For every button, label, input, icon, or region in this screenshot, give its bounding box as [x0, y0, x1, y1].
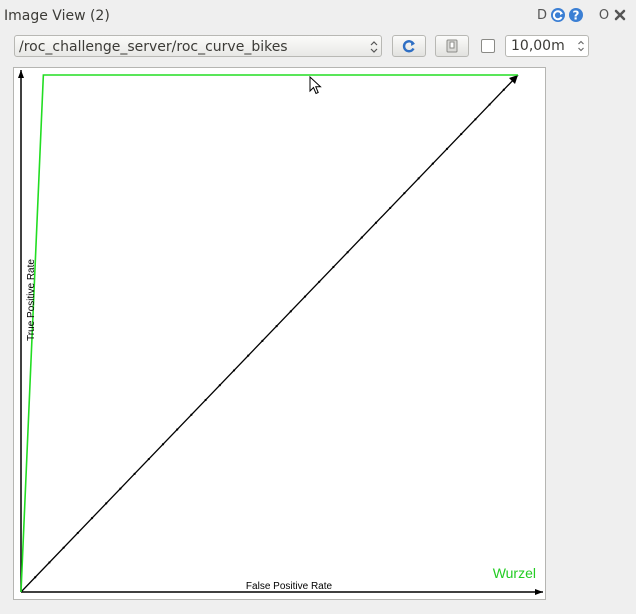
- diagonal-tick: [133, 472, 136, 475]
- time-window-value: 10,00m: [511, 38, 565, 54]
- diagonal-tick: [417, 177, 420, 180]
- spin-arrows-icon: [578, 40, 584, 52]
- save-image-icon: [446, 39, 458, 53]
- diagonal-tick: [232, 369, 236, 372]
- diagonal-reference-line: [20, 74, 519, 593]
- diagonal-tick: [190, 413, 193, 416]
- image-canvas[interactable]: True Positive Rate False Positive Rate W…: [13, 67, 546, 600]
- y-axis-arrow: [18, 70, 24, 78]
- svg-text:?: ?: [573, 9, 580, 23]
- roc-plot: True Positive Rate False Positive Rate W…: [18, 70, 543, 595]
- diagonal-tick: [488, 103, 491, 106]
- time-window-spinbox[interactable]: 10,00m: [505, 35, 589, 57]
- diagonal-tick: [474, 118, 477, 121]
- diagonal-tick: [374, 221, 378, 224]
- diagonal-tick: [303, 295, 307, 298]
- topic-select[interactable]: /roc_challenge_server/roc_curve_bikes: [14, 35, 382, 57]
- diagonal-tick: [204, 398, 207, 402]
- diagonal-tick: [431, 162, 434, 165]
- help-icon[interactable]: ?: [568, 7, 584, 23]
- diagonal-tick: [48, 561, 51, 564]
- diagonal-tick: [275, 325, 278, 328]
- diagonal-tick: [218, 384, 221, 387]
- diagonal-tick: [62, 546, 65, 549]
- dock-button[interactable]: D: [536, 7, 548, 23]
- diagonal-tick: [34, 576, 37, 579]
- reload-icon[interactable]: [550, 7, 566, 23]
- select-arrows-icon: [370, 41, 378, 53]
- title-controls: D ? O: [536, 7, 628, 23]
- save-image-button[interactable]: [435, 35, 469, 57]
- diagonal-tick: [360, 236, 363, 239]
- diagonal-tick: [147, 457, 150, 461]
- diagonal-tick: [261, 339, 264, 342]
- smooth-scaling-checkbox[interactable]: [481, 39, 495, 53]
- diagonal-tick: [389, 206, 392, 210]
- diagonal-tick: [403, 192, 406, 195]
- x-axis-arrow: [535, 589, 543, 595]
- diagonal-tick: [76, 531, 79, 535]
- mouse-cursor-icon: [309, 76, 322, 95]
- y-axis-label: True Positive Rate: [26, 259, 37, 341]
- diagonal-tick: [161, 443, 165, 446]
- x-axis-label: False Positive Rate: [246, 581, 333, 592]
- close-icon[interactable]: [612, 7, 628, 23]
- options-button[interactable]: O: [598, 7, 610, 23]
- topic-select-value: /roc_challenge_server/roc_curve_bikes: [19, 39, 288, 55]
- diagonal-tick: [247, 354, 250, 357]
- diagonal-tick: [119, 487, 122, 490]
- diagonal-tick: [502, 88, 505, 91]
- watermark: Wurzel: [493, 565, 536, 581]
- window-title: Image View (2): [4, 8, 110, 24]
- diagonal-tick: [318, 280, 321, 283]
- diagonal-tick: [332, 265, 335, 269]
- toolbar: /roc_challenge_server/roc_curve_bikes 10…: [14, 35, 624, 59]
- diagonal-tick: [346, 251, 349, 254]
- diagonal-tick: [445, 147, 449, 150]
- diagonal-tick: [105, 502, 108, 505]
- diagonal-tick: [460, 132, 463, 136]
- diagonal-tick: [90, 517, 94, 520]
- diagonal-tick: [289, 310, 292, 313]
- diagonal-tick: [176, 428, 179, 431]
- refresh-topics-button[interactable]: [392, 35, 426, 57]
- refresh-icon: [402, 40, 415, 53]
